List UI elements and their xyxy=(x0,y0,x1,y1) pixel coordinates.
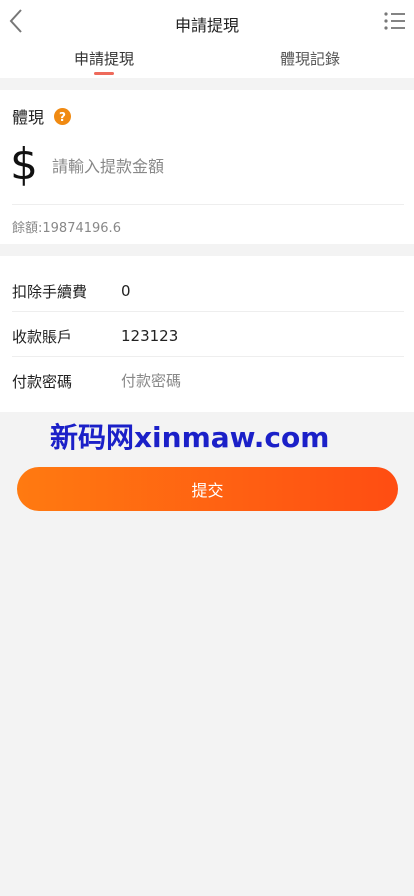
balance-text: 餘額:19874196.6 xyxy=(12,217,121,236)
withdraw-amount-card: 體現 ? $ 餘額:19874196.6 xyxy=(0,90,414,244)
receiving-account-label: 收款賬戶 xyxy=(12,327,73,346)
active-tab-indicator xyxy=(94,72,114,75)
submit-button[interactable]: 提交 xyxy=(17,467,398,511)
divider xyxy=(12,356,404,357)
fee-row: 扣除手續費 0 xyxy=(12,269,404,313)
divider xyxy=(12,204,404,205)
amount-input[interactable] xyxy=(52,152,392,180)
help-icon[interactable]: ? xyxy=(54,108,71,125)
withdraw-section-title: 體現 xyxy=(12,108,45,127)
tab-apply-withdraw[interactable]: 申請提現 xyxy=(74,48,134,69)
receiving-account-row: 收款賬戶 123123 xyxy=(12,314,404,358)
top-bar: 申請提現 申請提現 體現記錄 xyxy=(0,0,414,78)
currency-symbol: $ xyxy=(10,139,38,190)
list-icon xyxy=(384,12,405,30)
watermark: 新码网xinmaw.com xyxy=(50,421,330,454)
payment-password-row: 付款密碼 xyxy=(12,359,404,403)
receiving-account-value: 123123 xyxy=(121,327,179,345)
fee-value: 0 xyxy=(121,282,131,300)
payment-password-label: 付款密碼 xyxy=(12,372,73,391)
payment-password-input[interactable] xyxy=(121,372,371,390)
withdraw-details-card: 扣除手續費 0 收款賬戶 123123 付款密碼 xyxy=(0,256,414,412)
balance-label: 餘額: xyxy=(12,221,43,236)
tab-withdraw-records[interactable]: 體現記錄 xyxy=(280,48,340,69)
page-title: 申請提現 xyxy=(174,16,239,35)
fee-label: 扣除手續費 xyxy=(12,282,88,301)
divider xyxy=(12,311,404,312)
menu-button[interactable] xyxy=(382,8,408,34)
balance-value: 19874196.6 xyxy=(42,221,121,236)
